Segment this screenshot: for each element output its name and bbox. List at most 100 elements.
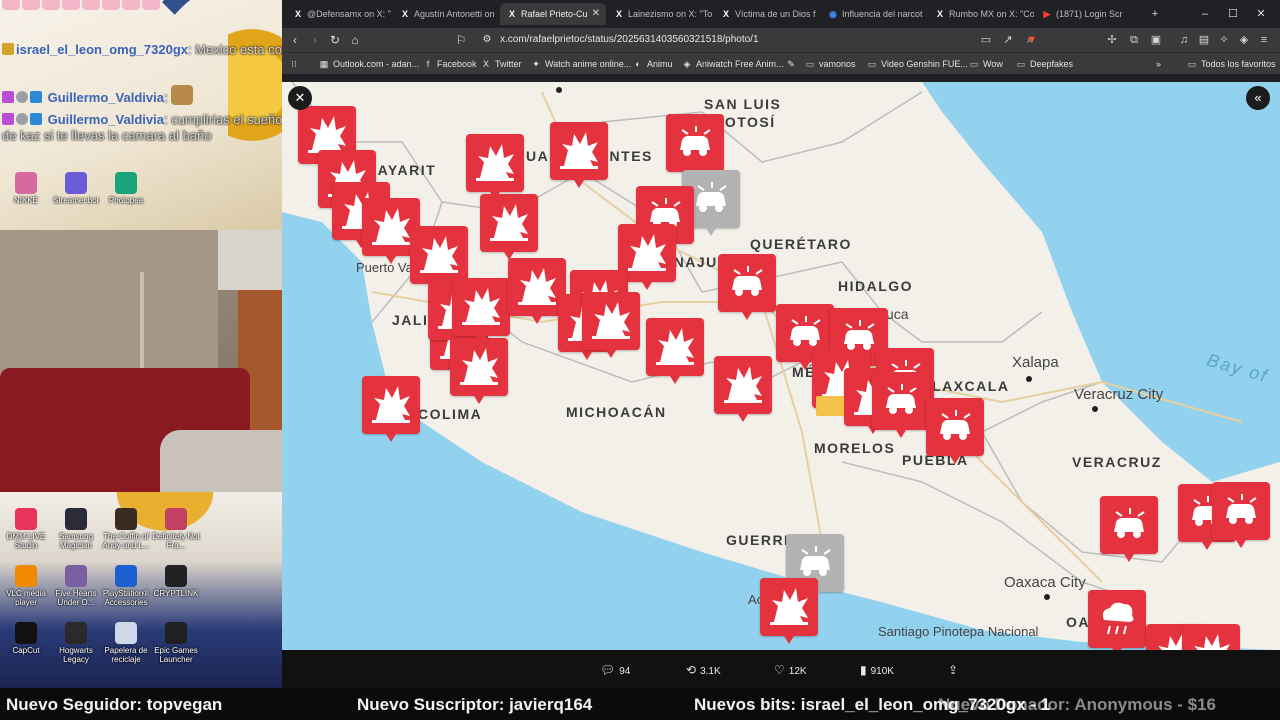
share-icon[interactable]: ↗ [1000,32,1016,48]
reload-icon[interactable]: ↻ [326,31,344,49]
desktop-shortcut-11[interactable]: Epic Games Launcher [146,622,206,664]
like-button[interactable]: ♡ 12K [774,662,807,678]
bookmark-6[interactable]: ✎ [785,56,800,72]
maximize-icon[interactable]: ☐ [1222,4,1244,24]
explosion-marker-icon[interactable] [480,194,538,260]
explosion-marker-icon[interactable] [450,338,508,404]
collapse-panel-icon[interactable]: « [1246,86,1270,110]
state-label: TLAXCALA [922,378,1010,394]
storm-marker-icon[interactable] [1088,590,1146,650]
folder-marker-icon[interactable] [816,396,844,416]
tab-0[interactable]: X @Defensamx on X: " [286,3,392,25]
explosion-marker-icon[interactable] [582,292,640,358]
bookmark-label: Deepfakes [1030,59,1074,69]
gear-badge-icon [16,91,28,103]
vpn-icon[interactable]: ◈ [1236,32,1252,48]
explosion-marker-icon[interactable] [1182,624,1240,650]
close-window-icon[interactable]: ✕ [1250,4,1272,24]
emote-icon [142,0,160,10]
site-info-icon[interactable]: ⚙ [478,31,496,49]
car-marker-icon[interactable] [666,114,724,180]
tab-7[interactable]: ▶ (1871) Login Scr [1035,3,1141,25]
close-icon[interactable]: ✕ [288,86,312,110]
map-image[interactable]: SAN LUIS POTOSÍ AGUASCALIENTES QUERÉTARO… [282,82,1280,650]
bookmark-0[interactable]: ▦ Outlook.com - adan... [318,56,419,72]
back-icon[interactable]: ‹ [286,31,304,49]
leo-ai-icon[interactable]: ✧ [1216,32,1232,48]
tab-2[interactable]: X Rafael Prieto-Cu ✕ [500,3,606,25]
share-icon: ⇪ [948,663,959,677]
more-bookmarks-icon[interactable]: » [1156,56,1161,72]
share-button[interactable]: ⇪ [948,662,962,678]
app-icon [15,622,37,644]
app-icon [65,565,87,587]
views-button[interactable]: ▮ 910K [860,662,894,678]
state-label: VERACRUZ [1072,454,1162,470]
app-icon [15,508,37,530]
url-field[interactable]: x.com/rafaelprietoc/status/2025631403560… [500,31,1060,49]
explosion-marker-icon[interactable] [646,318,704,384]
emote-icon [2,0,20,10]
tab-4[interactable]: X Víctima de un Dios f [714,3,820,25]
forward-icon[interactable]: › [306,31,324,49]
bookmark-favicon-icon: ✦ [532,59,540,69]
new-tab-button[interactable]: + [1144,4,1166,24]
desktop-shortcut-photopea[interactable]: Photopea [96,172,156,205]
wallet-icon[interactable]: ▤ [1196,32,1212,48]
state-label: MORELOS [814,440,896,456]
explosion-marker-icon[interactable] [410,226,468,292]
menu-icon[interactable]: ≡ [1256,32,1272,48]
all-bookmarks-folder[interactable]: ▭ Todos los favoritos [1186,56,1276,72]
city-label: Oaxaca City [1004,574,1086,591]
reply-button[interactable]: 💬︎ 94 [600,662,630,678]
car-marker-icon[interactable] [1212,482,1270,548]
tab-1[interactable]: X Agustín Antonetti on [393,3,499,25]
extension-icon[interactable]: ✢ [1104,32,1120,48]
tab-3[interactable]: X Lainezismo on X: "To [607,3,713,25]
music-icon[interactable]: ♫ [1176,32,1192,48]
explosion-marker-icon[interactable] [550,122,608,188]
close-tab-icon[interactable]: ✕ [592,3,600,25]
car-marker-icon[interactable] [1100,496,1158,562]
state-label: COLIMA [418,406,483,422]
bookmark-icon[interactable]: ⚐ [452,31,470,49]
puzzle-icon[interactable]: ⧉ [1126,32,1142,48]
apps-icon[interactable]: ⁝⁝ [288,56,303,72]
minimize-icon[interactable]: – [1194,4,1216,24]
bookmark-5[interactable]: ◈ Aniwatch Free Anim... [681,56,784,72]
car-marker-icon[interactable] [926,398,984,464]
desktop-shortcut-7[interactable]: CRYPTLINK [146,565,206,598]
tab-6[interactable]: X Rumbo MX on X: "Co [928,3,1034,25]
app-icon [115,508,137,530]
car-marker-icon[interactable] [718,254,776,320]
bookmark-2[interactable]: X Twitter [480,56,522,72]
bookmark-10[interactable]: ▭ Deepfakes [1015,56,1073,72]
chat-text: Mexico esta complejo [195,42,282,57]
city-dot [1044,594,1050,600]
bookmark-7[interactable]: ▭ vamonos [804,56,856,72]
bookmark-3[interactable]: ✦ Watch anime online... [530,56,631,72]
bookmark-8[interactable]: ▭ Video Genshin FUE... [866,56,968,72]
emote-icon [42,0,60,10]
bookmark-1[interactable]: f Facebook [422,56,477,72]
sidebar-icon[interactable]: ▣ [1148,32,1164,48]
ticker-subscriber: Nuevo Suscriptor: javierq164 [357,695,593,714]
emote-icon [171,85,194,105]
city-dot [1026,376,1032,382]
bookmark-4[interactable]: ◐ Animu [632,56,672,72]
stream-chat-overlay: israel_el_leon_omg_7320gx: Mexico esta c… [0,0,282,230]
brave-shield-icon[interactable]: ▼ [1024,32,1040,48]
explosion-marker-icon[interactable] [760,578,818,644]
install-app-icon[interactable]: ▭ [978,32,994,48]
explosion-marker-icon[interactable] [466,134,524,200]
bookmark-9[interactable]: ▭ Wow [968,56,1003,72]
explosion-marker-icon[interactable] [362,376,420,442]
home-icon[interactable]: ⌂ [346,31,364,49]
car-marker-icon[interactable] [872,372,930,438]
repost-button[interactable]: ⟲ 3.1K [686,662,721,678]
explosion-marker-icon[interactable] [714,356,772,422]
explosion-marker-icon[interactable] [452,278,510,344]
desktop-shortcut-3[interactable]: Definitely Not Fra... [146,508,206,550]
tab-5[interactable]: ◉ Influencia del narcot [821,3,927,25]
emote-icon [102,0,120,10]
